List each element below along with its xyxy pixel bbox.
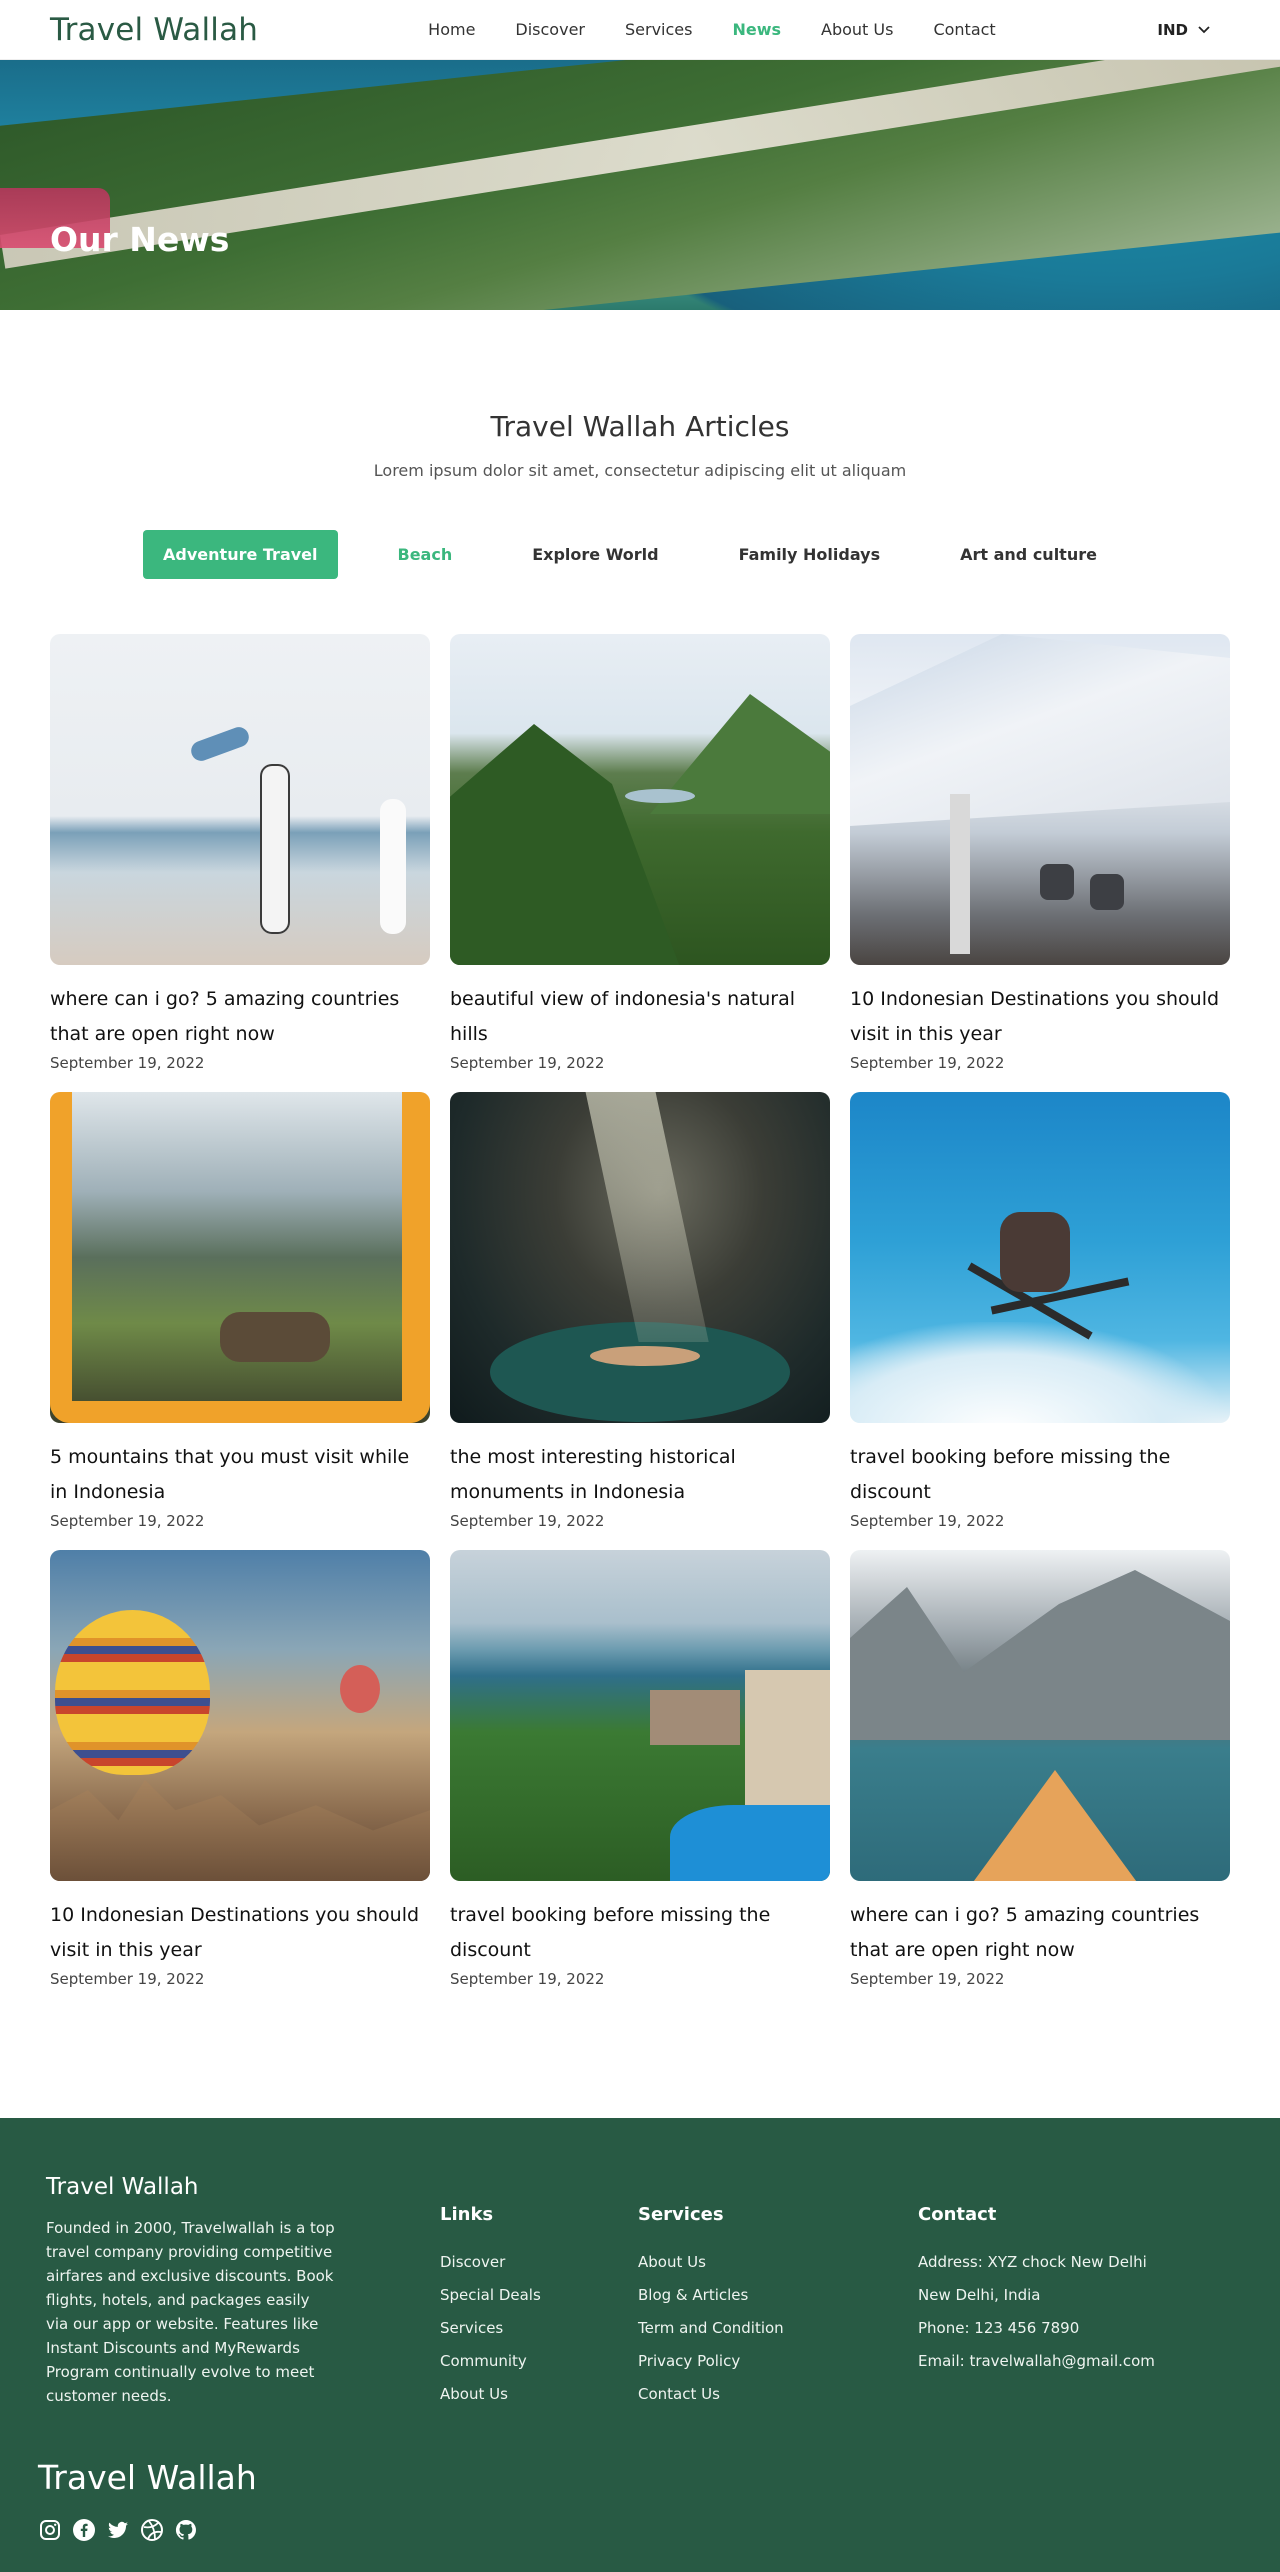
instagram-icon[interactable] bbox=[38, 2518, 62, 2542]
category-filters: Adventure Travel Beach Explore World Fam… bbox=[0, 530, 1280, 579]
footer-service-privacy[interactable]: Privacy Policy bbox=[638, 2352, 784, 2370]
article-title[interactable]: where can i go? 5 amazing countries that… bbox=[50, 982, 430, 1052]
article-card[interactable]: 10 Indonesian Destinations you should vi… bbox=[50, 1550, 430, 1988]
language-label: IND bbox=[1157, 20, 1188, 39]
article-card[interactable]: 10 Indonesian Destinations you should vi… bbox=[850, 634, 1230, 1072]
footer-contact-city: New Delhi, India bbox=[918, 2286, 1041, 2304]
nav-about-us[interactable]: About Us bbox=[821, 20, 893, 39]
article-card[interactable]: travel booking before missing the discou… bbox=[850, 1092, 1230, 1530]
article-date: September 19, 2022 bbox=[50, 1512, 205, 1530]
article-title[interactable]: where can i go? 5 amazing countries that… bbox=[850, 1898, 1230, 1968]
article-image-hot-air-balloons[interactable] bbox=[50, 1550, 430, 1881]
nav-news[interactable]: News bbox=[732, 20, 781, 39]
footer-services-column: Services About Us Blog & Articles Term a… bbox=[638, 2204, 784, 2418]
article-image-tent-mountains[interactable] bbox=[50, 1092, 430, 1423]
article-image-cave-light[interactable] bbox=[450, 1092, 830, 1423]
article-title[interactable]: the most interesting historical monument… bbox=[450, 1440, 830, 1510]
article-card[interactable]: travel booking before missing the discou… bbox=[450, 1550, 830, 1988]
filter-adventure-travel[interactable]: Adventure Travel bbox=[143, 530, 338, 579]
article-date: September 19, 2022 bbox=[850, 1054, 1005, 1072]
footer-service-contact-us[interactable]: Contact Us bbox=[638, 2385, 784, 2403]
main-nav: Home Discover Services News About Us Con… bbox=[428, 20, 1036, 39]
page: Travel Wallah Home Discover Services New… bbox=[0, 0, 1280, 2572]
footer-link-services[interactable]: Services bbox=[440, 2319, 541, 2337]
article-title[interactable]: 10 Indonesian Destinations you should vi… bbox=[50, 1898, 430, 1968]
footer-service-blog[interactable]: Blog & Articles bbox=[638, 2286, 784, 2304]
twitter-icon[interactable] bbox=[106, 2518, 130, 2542]
article-date: September 19, 2022 bbox=[450, 1512, 605, 1530]
article-date: September 19, 2022 bbox=[850, 1970, 1005, 1988]
article-image-ski-resort[interactable] bbox=[850, 634, 1230, 965]
filter-explore-world[interactable]: Explore World bbox=[512, 530, 678, 579]
github-icon[interactable] bbox=[174, 2518, 198, 2542]
site-footer: Travel Wallah Founded in 2000, Travelwal… bbox=[0, 2118, 1280, 2572]
footer-contact-address: Address: XYZ chock New Delhi bbox=[918, 2253, 1147, 2271]
article-title[interactable]: 10 Indonesian Destinations you should vi… bbox=[850, 982, 1230, 1052]
dribbble-icon[interactable] bbox=[140, 2518, 164, 2542]
section-title: Travel Wallah Articles bbox=[490, 410, 790, 443]
footer-service-about-us[interactable]: About Us bbox=[638, 2253, 784, 2271]
article-image-resort-pool[interactable] bbox=[450, 1550, 830, 1881]
filter-family-holidays[interactable]: Family Holidays bbox=[719, 530, 901, 579]
article-date: September 19, 2022 bbox=[450, 1054, 605, 1072]
footer-brand-large: Travel Wallah bbox=[38, 2458, 257, 2497]
article-date: September 19, 2022 bbox=[850, 1512, 1005, 1530]
article-image-beach-family[interactable] bbox=[50, 634, 430, 965]
hero-title: Our News bbox=[50, 220, 230, 259]
footer-link-community[interactable]: Community bbox=[440, 2352, 541, 2370]
footer-contact-phone[interactable]: Phone: 123 456 7890 bbox=[918, 2319, 1155, 2337]
article-image-lake-boat[interactable] bbox=[850, 1550, 1230, 1881]
footer-contact-column: Contact Address: XYZ chock New Delhi New… bbox=[918, 2204, 1155, 2385]
articles-section: Travel Wallah Articles Lorem ipsum dolor… bbox=[0, 310, 1280, 1988]
article-date: September 19, 2022 bbox=[450, 1970, 605, 1988]
footer-link-special-deals[interactable]: Special Deals bbox=[440, 2286, 541, 2304]
hero-banner: Our News bbox=[0, 60, 1280, 310]
article-title[interactable]: 5 mountains that you must visit while in… bbox=[50, 1440, 430, 1510]
nav-home[interactable]: Home bbox=[428, 20, 475, 39]
filter-beach[interactable]: Beach bbox=[378, 530, 473, 579]
site-header: Travel Wallah Home Discover Services New… bbox=[0, 0, 1280, 60]
footer-link-about-us[interactable]: About Us bbox=[440, 2385, 541, 2403]
facebook-icon[interactable] bbox=[72, 2518, 96, 2542]
nav-discover[interactable]: Discover bbox=[515, 20, 585, 39]
footer-service-terms[interactable]: Term and Condition bbox=[638, 2319, 784, 2337]
article-title[interactable]: beautiful view of indonesia's natural hi… bbox=[450, 982, 830, 1052]
chevron-down-icon bbox=[1198, 25, 1210, 33]
articles-grid: where can i go? 5 amazing countries that… bbox=[0, 579, 1280, 1988]
nav-services[interactable]: Services bbox=[625, 20, 692, 39]
filter-art-and-culture[interactable]: Art and culture bbox=[940, 530, 1117, 579]
article-title[interactable]: travel booking before missing the discou… bbox=[450, 1898, 830, 1968]
article-card[interactable]: beautiful view of indonesia's natural hi… bbox=[450, 634, 830, 1072]
article-date: September 19, 2022 bbox=[50, 1970, 205, 1988]
article-card[interactable]: where can i go? 5 amazing countries that… bbox=[850, 1550, 1230, 1988]
footer-about: Founded in 2000, Travelwallah is a top t… bbox=[46, 2219, 335, 2405]
footer-contact-email[interactable]: Email: travelwallah@gmail.com bbox=[918, 2352, 1155, 2370]
section-subtitle: Lorem ipsum dolor sit amet, consectetur … bbox=[373, 461, 907, 480]
article-card[interactable]: the most interesting historical monument… bbox=[450, 1092, 830, 1530]
footer-services-title: Services bbox=[638, 2204, 724, 2225]
footer-link-discover[interactable]: Discover bbox=[440, 2253, 541, 2271]
article-title[interactable]: travel booking before missing the discou… bbox=[850, 1440, 1230, 1510]
article-card[interactable]: 5 mountains that you must visit while in… bbox=[50, 1092, 430, 1530]
logo[interactable]: Travel Wallah bbox=[50, 12, 258, 48]
article-card[interactable]: where can i go? 5 amazing countries that… bbox=[50, 634, 430, 1072]
article-image-green-hills[interactable] bbox=[450, 634, 830, 965]
footer-contact-title: Contact bbox=[918, 2204, 997, 2225]
social-links bbox=[38, 2518, 198, 2542]
nav-contact[interactable]: Contact bbox=[933, 20, 995, 39]
footer-brand: Travel Wallah bbox=[46, 2174, 199, 2200]
article-date: September 19, 2022 bbox=[50, 1054, 205, 1072]
language-selector[interactable]: IND bbox=[1157, 21, 1210, 39]
article-image-skier-jump[interactable] bbox=[850, 1092, 1230, 1423]
footer-links-column: Links Discover Special Deals Services Co… bbox=[440, 2204, 541, 2418]
footer-links-title: Links bbox=[440, 2204, 494, 2225]
